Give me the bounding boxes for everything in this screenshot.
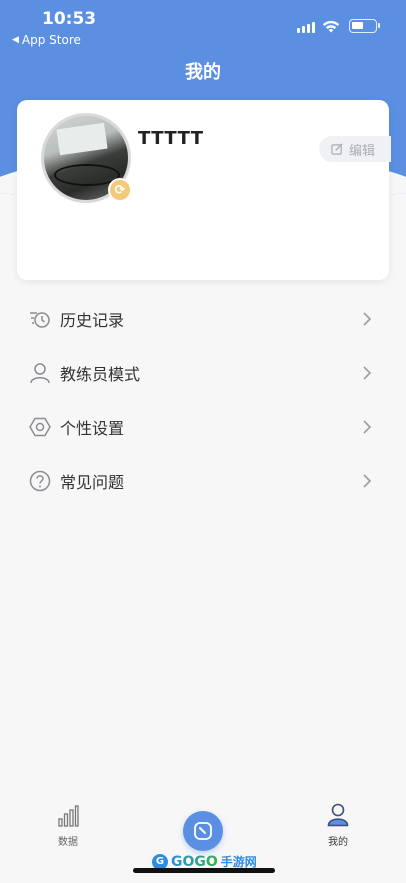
profile-card: ⟳ TTTTT 编辑 bbox=[17, 100, 391, 280]
menu-item-faq[interactable]: 常见问题 bbox=[0, 454, 406, 508]
user-profile-icon bbox=[327, 803, 349, 827]
edit-label: 编辑 bbox=[349, 143, 376, 159]
menu-item-label: 历史记录 bbox=[60, 311, 125, 330]
menu-item-history[interactable]: 历史记录 bbox=[0, 292, 406, 346]
tab-mine[interactable]: 我的 bbox=[318, 803, 358, 848]
username: TTTTT bbox=[138, 128, 204, 149]
chevron-right-icon bbox=[363, 420, 372, 434]
menu-item-label: 常见问题 bbox=[60, 473, 125, 492]
battery-icon bbox=[349, 19, 380, 33]
bottom-tab-bar: 数据 我的 bbox=[0, 795, 406, 855]
history-icon bbox=[30, 312, 50, 328]
menu-item-label: 教练员模式 bbox=[60, 365, 141, 384]
avatar-swap-icon[interactable]: ⟳ bbox=[108, 178, 132, 202]
status-time: 10:53 bbox=[42, 9, 97, 29]
back-app-label: App Store bbox=[21, 33, 81, 47]
chevron-right-icon bbox=[363, 474, 372, 488]
status-bar: 10:53 ◀ App Store bbox=[0, 0, 406, 50]
menu-item-coach-mode[interactable]: 教练员模式 bbox=[0, 346, 406, 400]
settings-icon bbox=[29, 417, 51, 437]
tab-data[interactable]: 数据 bbox=[48, 805, 88, 848]
wifi-icon bbox=[322, 20, 340, 33]
edit-profile-button[interactable]: 编辑 bbox=[319, 136, 391, 162]
help-icon bbox=[29, 470, 51, 492]
tab-label: 数据 bbox=[58, 837, 78, 848]
tab-label: 我的 bbox=[328, 837, 348, 848]
menu-item-personal-settings[interactable]: 个性设置 bbox=[0, 400, 406, 454]
menu-item-label: 个性设置 bbox=[60, 419, 125, 438]
settings-menu: 历史记录 教练员模式 个性设置 常见问题 bbox=[0, 292, 406, 508]
avatar-photo-detail bbox=[56, 122, 108, 156]
back-triangle-icon: ◀ bbox=[12, 35, 19, 45]
home-indicator[interactable] bbox=[133, 868, 275, 873]
cellular-signal-icon bbox=[297, 22, 315, 33]
bar-chart-icon bbox=[58, 805, 79, 827]
chevron-right-icon bbox=[363, 312, 372, 326]
tab-center-action-button[interactable] bbox=[183, 811, 223, 851]
person-icon bbox=[30, 363, 50, 384]
back-to-app-link[interactable]: ◀ App Store bbox=[12, 33, 81, 47]
gauge-icon bbox=[194, 822, 212, 840]
edit-icon bbox=[331, 142, 343, 155]
chevron-right-icon bbox=[363, 366, 372, 380]
page-title: 我的 bbox=[185, 62, 221, 83]
